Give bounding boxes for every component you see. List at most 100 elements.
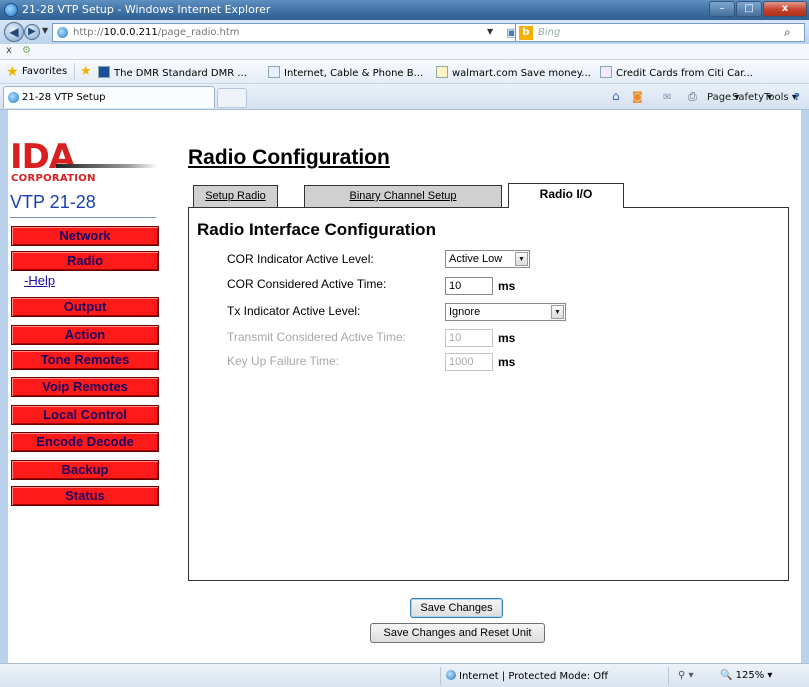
cor-level-value: Active Low	[449, 253, 503, 265]
nav-local-control-button[interactable]: Local Control	[11, 405, 159, 425]
url-host: 10.0.0.211	[103, 27, 158, 38]
add-favorite-icon[interactable]: ★	[80, 64, 92, 79]
tx-level-label: Tx Indicator Active Level:	[227, 304, 361, 318]
cor-time-input[interactable]: 10	[445, 277, 493, 295]
tx-time-label: Transmit Considered Active Time:	[227, 330, 406, 344]
help-link[interactable]: -Help	[24, 273, 55, 288]
browser-tab[interactable]: 21-28 VTP Setup	[3, 86, 215, 108]
browser-window: 21-28 VTP Setup - Windows Internet Explo…	[0, 0, 809, 687]
active-tab-gap	[509, 206, 623, 208]
logo-corporation: CORPORATION	[11, 173, 96, 184]
print-icon[interactable]: ⎙	[688, 90, 697, 104]
tx-time-input: 10	[445, 329, 493, 347]
forward-icon[interactable]: ▶	[24, 24, 40, 40]
keyup-time-input: 1000	[445, 353, 493, 371]
status-bar: Internet | Protected Mode: Off ⚲ ▾ 🔍 125…	[0, 663, 809, 687]
navigation-bar: ◀ ▶ ▼ http://10.0.0.211/page_radio.htm ▼…	[0, 20, 809, 44]
nav-status-button[interactable]: Status	[11, 486, 159, 506]
status-separator	[668, 667, 669, 685]
device-name: VTP 21-28	[10, 192, 156, 218]
globe-icon	[446, 670, 456, 680]
url-path: /page_radio.htm	[157, 27, 240, 38]
addon-icon[interactable]: ⚙	[22, 45, 31, 56]
nav-action-button[interactable]: Action	[11, 325, 159, 345]
home-icon[interactable]: ⌂	[612, 89, 620, 103]
status-separator	[440, 667, 441, 685]
nav-output-button[interactable]: Output	[11, 297, 159, 317]
keyup-time-unit: ms	[498, 355, 516, 369]
maximize-button[interactable]: □	[736, 1, 762, 17]
title-bar: 21-28 VTP Setup - Windows Internet Explo…	[0, 0, 809, 20]
search-placeholder: Bing	[538, 27, 561, 38]
dmr-site-icon	[98, 66, 110, 78]
url-prefix: http://	[73, 27, 104, 38]
favorites-star-icon[interactable]: ★	[6, 64, 19, 80]
chevron-down-icon: ▼	[515, 252, 528, 266]
walmart-site-icon	[436, 66, 448, 78]
zoom-level[interactable]: 🔍 125% ▾	[720, 670, 772, 681]
favorite-label: The DMR Standard DMR ...	[114, 68, 247, 79]
favorite-link-cable[interactable]: Internet, Cable & Phone B...	[268, 66, 423, 79]
nav-voip-remotes-button[interactable]: Voip Remotes	[11, 377, 159, 397]
tab-binary-channel-setup[interactable]: Binary Channel Setup	[304, 185, 502, 207]
cor-level-label: COR Indicator Active Level:	[227, 252, 374, 266]
ie-logo-icon	[4, 3, 18, 17]
favorites-button[interactable]: Favorites	[22, 66, 67, 77]
keyup-time-label: Key Up Failure Time:	[227, 354, 340, 368]
search-box[interactable]: b Bing ⌕	[515, 23, 805, 42]
cor-time-unit: ms	[498, 279, 516, 293]
logo-swoosh	[56, 164, 158, 168]
favorite-label: Internet, Cable & Phone B...	[284, 68, 424, 79]
search-icon[interactable]: ⌕	[784, 25, 791, 40]
page-favicon-icon	[57, 27, 68, 38]
cable-site-icon	[268, 66, 280, 78]
save-and-reset-button[interactable]: Save Changes and Reset Unit	[370, 623, 545, 643]
favorite-link-dmr[interactable]: The DMR Standard DMR ...	[98, 66, 247, 79]
tab-setup-radio[interactable]: Setup Radio	[193, 185, 278, 207]
security-zone[interactable]: Internet | Protected Mode: Off	[446, 670, 608, 682]
feeds-icon[interactable]: ◙	[632, 90, 643, 103]
cor-time-label: COR Considered Active Time:	[227, 277, 387, 291]
address-dropdown-icon[interactable]: ▼	[487, 27, 493, 36]
nav-tone-remotes-button[interactable]: Tone Remotes	[11, 350, 159, 370]
tools-menu[interactable]: Tools ▾	[764, 92, 797, 103]
tab-radio-io[interactable]: Radio I/O	[508, 183, 624, 208]
tab-favicon-icon	[8, 92, 19, 103]
favorite-link-citi[interactable]: Credit Cards from Citi Car...	[600, 66, 753, 79]
close-button[interactable]: x	[763, 1, 807, 17]
tab-bar: 21-28 VTP Setup ⌂ ◙ ✉ ⎙ Page ▾ Safety ▾ …	[0, 84, 809, 110]
cor-level-select[interactable]: Active Low ▼	[445, 250, 530, 268]
protected-mode-icon[interactable]: ⚲ ▾	[678, 670, 694, 681]
favorites-separator	[74, 63, 75, 80]
favorite-label: Credit Cards from Citi Car...	[616, 68, 753, 79]
toolbar-row: x ⚙	[0, 44, 809, 60]
section-title: Radio Interface Configuration	[197, 220, 436, 239]
history-dropdown-icon[interactable]: ▼	[42, 26, 48, 35]
bing-logo-icon: b	[519, 26, 533, 40]
favorite-link-walmart[interactable]: walmart.com Save money...	[436, 66, 591, 79]
new-tab-button[interactable]	[217, 88, 247, 108]
ida-logo: IDA CORPORATION	[10, 140, 158, 184]
minimize-button[interactable]: –	[709, 1, 735, 17]
favorites-bar: ★ Favorites ★ The DMR Standard DMR ... I…	[0, 60, 809, 84]
window-title: 21-28 VTP Setup - Windows Internet Explo…	[22, 3, 271, 16]
nav-radio-button[interactable]: Radio	[11, 251, 159, 271]
citi-site-icon	[600, 66, 612, 78]
zoom-value: 125%	[735, 670, 765, 681]
nav-network-button[interactable]: Network	[11, 226, 159, 246]
save-changes-button[interactable]: Save Changes	[410, 598, 503, 618]
chevron-down-icon: ▼	[551, 305, 564, 319]
tx-level-select[interactable]: Ignore ▼	[445, 303, 566, 321]
zone-text: Internet | Protected Mode: Off	[459, 671, 609, 682]
close-toolbar-icon[interactable]: x	[6, 45, 12, 56]
tx-time-unit: ms	[498, 331, 516, 345]
help-icon[interactable]: ?	[794, 92, 800, 103]
nav-backup-button[interactable]: Backup	[11, 460, 159, 480]
page-viewport: IDA CORPORATION VTP 21-28 Network Radio …	[8, 110, 801, 663]
address-url[interactable]: http://10.0.0.211/page_radio.htm	[73, 27, 240, 38]
back-icon[interactable]: ◀	[4, 22, 24, 42]
nav-encode-decode-button[interactable]: Encode Decode	[11, 432, 159, 452]
read-mail-icon[interactable]: ✉	[663, 92, 671, 103]
favorite-label: walmart.com Save money...	[452, 68, 591, 79]
tab-title: 21-28 VTP Setup	[22, 92, 106, 103]
